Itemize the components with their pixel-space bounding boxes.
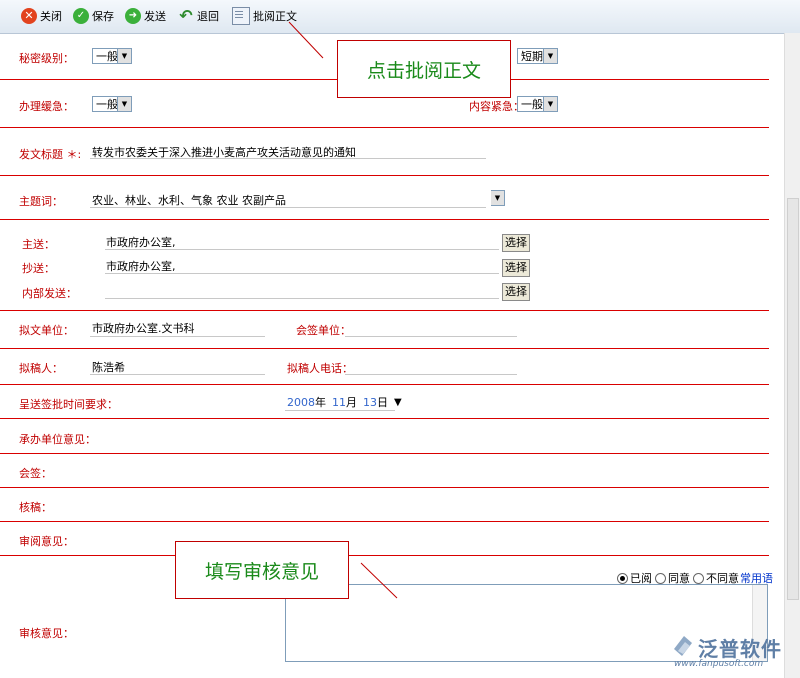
callout-pointer-bottom (360, 562, 398, 599)
fanpu-logo: 泛普软件 www.fanpusoft.com (668, 631, 798, 677)
callout-pointers (288, 21, 398, 599)
callout-bottom-text: 填写审核意见 (204, 560, 319, 583)
callout-click-review: 点击批阅正文 (337, 40, 511, 98)
callout-fill-opinion: 填写审核意见 (175, 541, 349, 599)
fanpu-logo-url: www.fanpusoft.com (674, 659, 764, 669)
callout-pointer-top (288, 21, 324, 59)
fanpu-logo-icon (674, 636, 692, 656)
fanpu-logo-name: 泛普软件 (698, 637, 782, 661)
callout-top-text: 点击批阅正文 (366, 59, 481, 82)
